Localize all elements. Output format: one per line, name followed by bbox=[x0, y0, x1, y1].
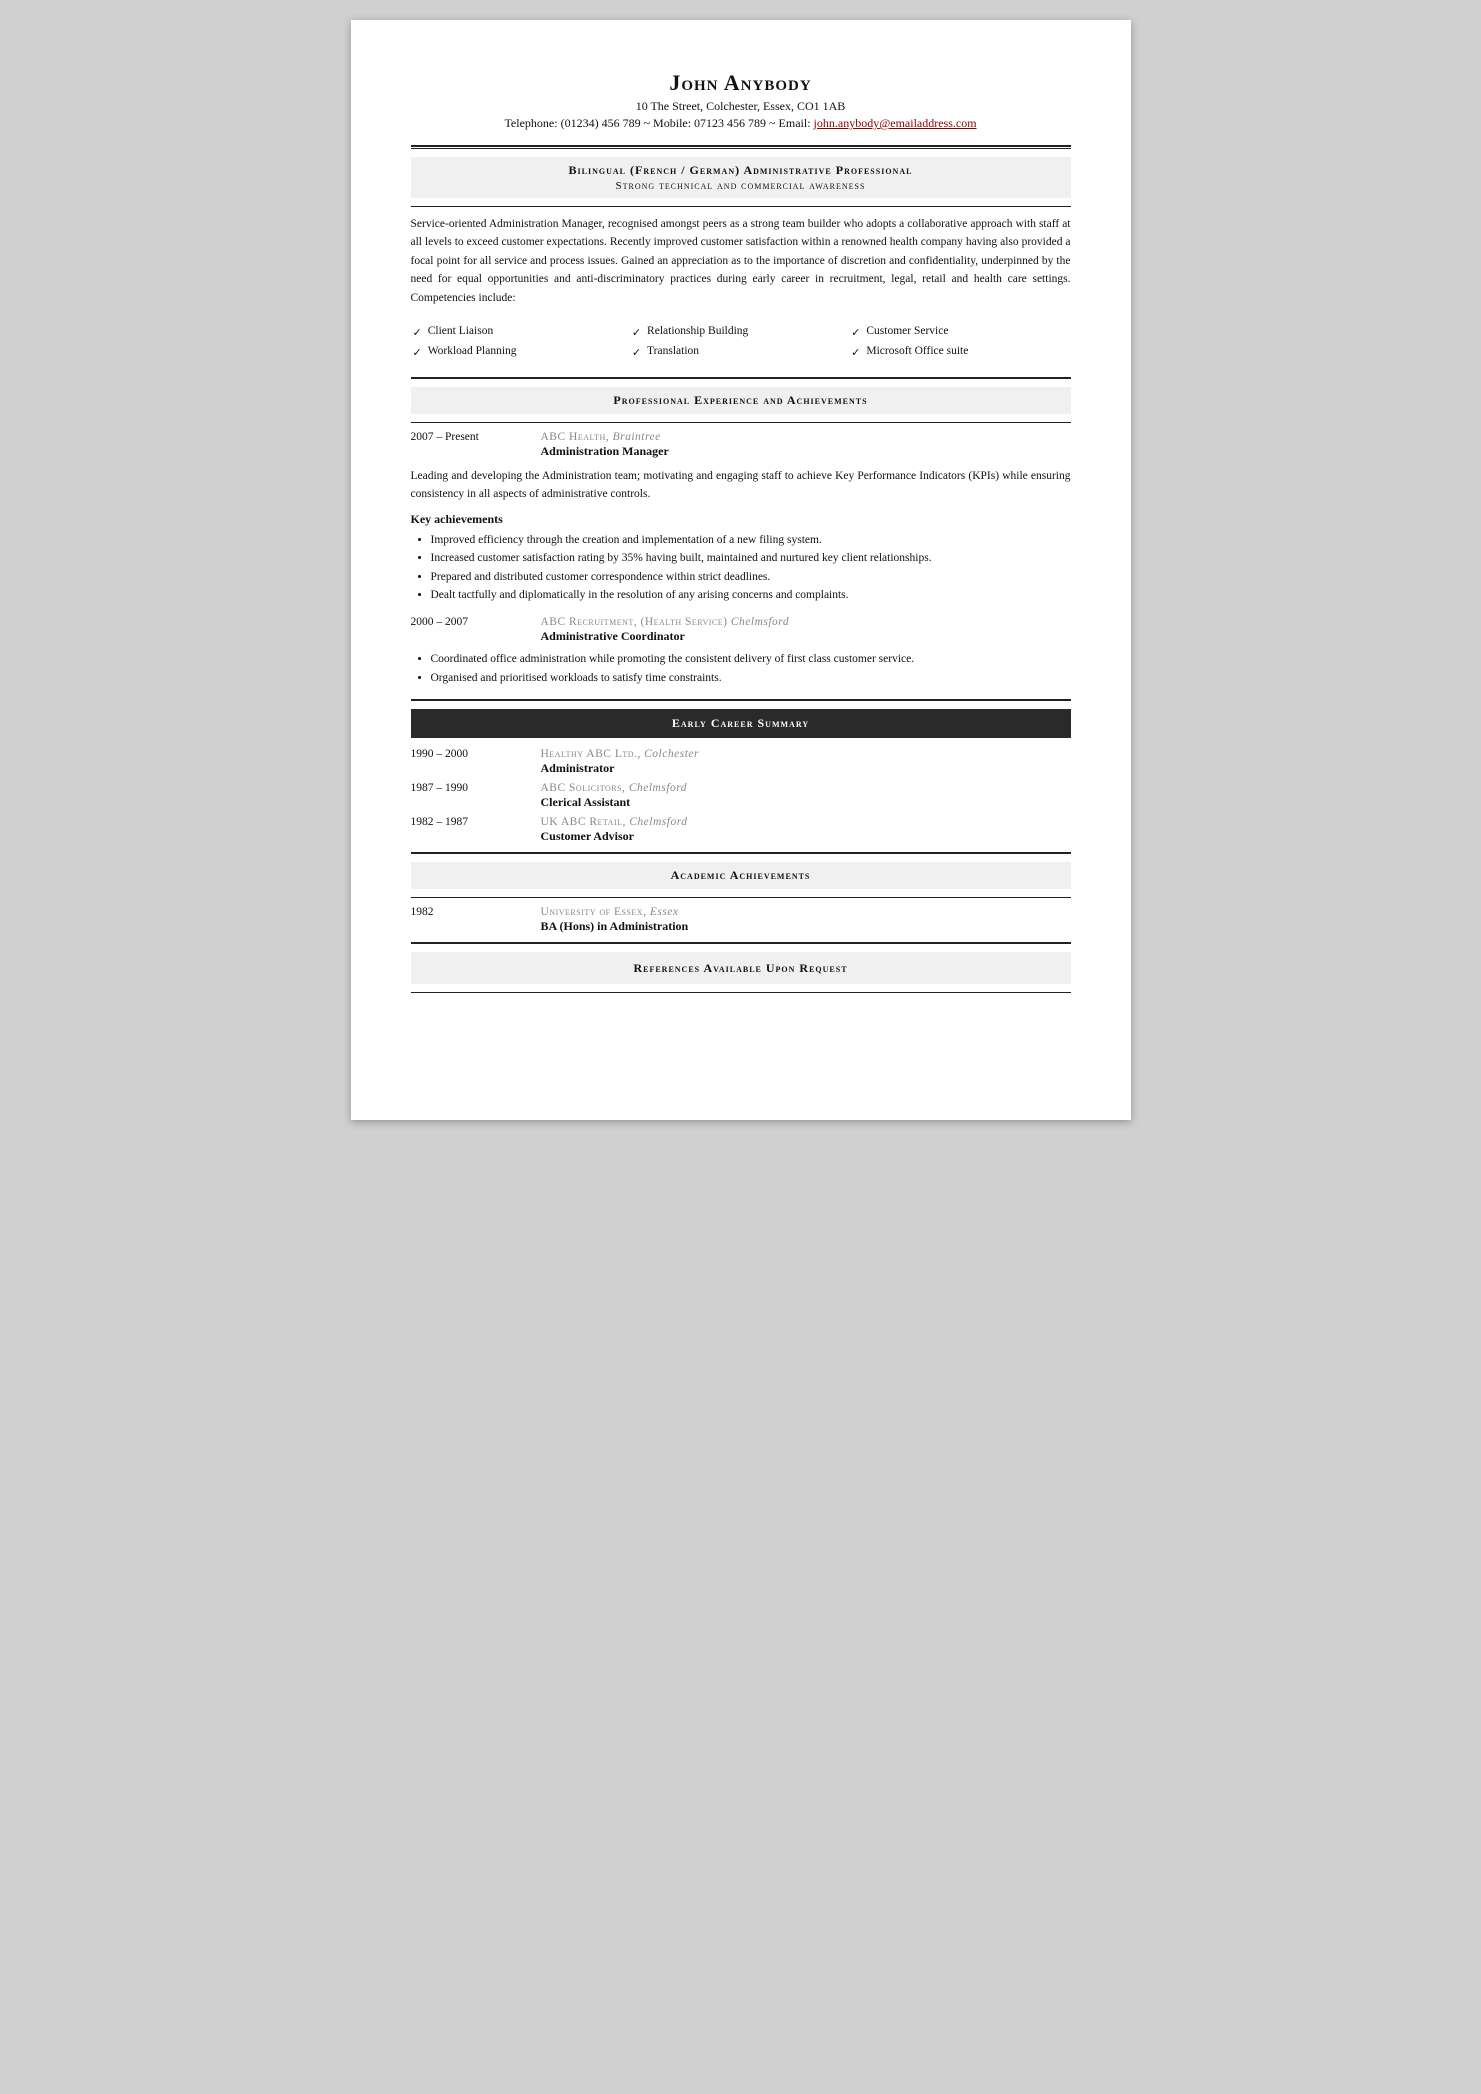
job-date-1: 2007 – Present bbox=[411, 431, 541, 459]
early-career-date-2: 1987 – 1990 bbox=[411, 782, 541, 810]
check-icon-5: ✓ bbox=[632, 346, 641, 359]
competency-col2-row2: ✓ Translation bbox=[632, 343, 849, 361]
early-career-title-2: Clerical Assistant bbox=[541, 795, 1071, 810]
tagline-line1: Bilingual (French / German) Administrati… bbox=[411, 163, 1071, 178]
job-title-1: Administration Manager bbox=[541, 444, 1071, 459]
early-career-title-3: Customer Advisor bbox=[541, 829, 1071, 844]
competency-col1-row2: ✓ Workload Planning bbox=[413, 343, 630, 361]
bullet-item: Organised and prioritised workloads to s… bbox=[431, 669, 1071, 687]
competency-label: Microsoft Office suite bbox=[866, 345, 968, 357]
bullet-item: Increased customer satisfaction rating b… bbox=[431, 549, 1071, 567]
competencies-table: ✓ Client Liaison ✓ Relationship Building… bbox=[411, 321, 1071, 363]
bullet-item: Dealt tactfully and diplomatically in th… bbox=[431, 586, 1071, 604]
competency-label: Customer Service bbox=[866, 325, 948, 337]
check-icon-3: ✓ bbox=[851, 326, 860, 339]
references-top-divider bbox=[411, 942, 1071, 944]
academic-title: Academic Achievements bbox=[411, 868, 1071, 883]
job-date-2: 2000 – 2007 bbox=[411, 616, 541, 644]
header: John Anybody 10 The Street, Colchester, … bbox=[411, 70, 1071, 131]
academic-date-1: 1982 bbox=[411, 906, 541, 934]
academic-degree-1: BA (Hons) in Administration bbox=[541, 919, 1071, 934]
check-icon-4: ✓ bbox=[413, 346, 422, 359]
competency-col3-row1: ✓ Customer Service bbox=[851, 323, 1068, 341]
academic-banner: Academic Achievements bbox=[411, 862, 1071, 889]
early-career-company-3: UK ABC Retail, Chelmsford bbox=[541, 816, 1071, 828]
references-text: References Available Upon Request bbox=[633, 961, 847, 975]
header-name: John Anybody bbox=[411, 70, 1071, 96]
key-achievements-heading: Key achievements bbox=[411, 512, 1071, 527]
exp-bottom-divider bbox=[411, 422, 1071, 423]
ec-company-name-1: Healthy ABC Ltd., bbox=[541, 748, 641, 760]
early-career-title: Early Career Summary bbox=[411, 716, 1071, 731]
job-title-2: Administrative Coordinator bbox=[541, 629, 1071, 644]
competency-label: Translation bbox=[647, 345, 699, 357]
resume-page: John Anybody 10 The Street, Colchester, … bbox=[351, 20, 1131, 1120]
header-address: 10 The Street, Colchester, Essex, CO1 1A… bbox=[411, 99, 1071, 114]
job-bullets-2: Coordinated office administration while … bbox=[431, 650, 1071, 687]
check-icon-2: ✓ bbox=[632, 326, 641, 339]
early-career-company-1: Healthy ABC Ltd., Colchester bbox=[541, 748, 1071, 760]
tagline-divider bbox=[411, 206, 1071, 207]
competency-label: Client Liaison bbox=[428, 325, 493, 337]
early-career-date-1: 1990 – 2000 bbox=[411, 748, 541, 776]
early-career-content-3: UK ABC Retail, Chelmsford Customer Advis… bbox=[541, 816, 1071, 844]
tagline-line2: Strong technical and commercial awarenes… bbox=[411, 180, 1071, 192]
academic-content-1: University of Essex, Essex BA (Hons) in … bbox=[541, 906, 1071, 934]
job-row-2: 2000 – 2007 ABC Recruitment, (Health Ser… bbox=[411, 616, 1071, 644]
early-career-banner: Early Career Summary bbox=[411, 709, 1071, 738]
header-contact: Telephone: (01234) 456 789 ~ Mobile: 071… bbox=[411, 116, 1071, 131]
early-career-title-1: Administrator bbox=[541, 761, 1071, 776]
job-bullets-1: Improved efficiency through the creation… bbox=[431, 531, 1071, 605]
competency-col1-row1: ✓ Client Liaison bbox=[413, 323, 630, 341]
professional-banner: Professional Experience and Achievements bbox=[411, 387, 1071, 414]
early-career-date-3: 1982 – 1987 bbox=[411, 816, 541, 844]
competency-col3-row2: ✓ Microsoft Office suite bbox=[851, 343, 1068, 361]
early-career-row-3: 1982 – 1987 UK ABC Retail, Chelmsford Cu… bbox=[411, 816, 1071, 844]
bullet-item: Improved efficiency through the creation… bbox=[431, 531, 1071, 549]
bullet-item: Coordinated office administration while … bbox=[431, 650, 1071, 668]
email-link[interactable]: john.anybody@emailaddress.com bbox=[814, 116, 977, 130]
acad-company-location-1: Essex bbox=[650, 906, 679, 918]
ec-company-name-3: UK ABC Retail, bbox=[541, 816, 626, 828]
company-name-1: ABC Health, bbox=[541, 431, 610, 443]
job-content-1: ABC Health, Braintree Administration Man… bbox=[541, 431, 1071, 459]
references-banner: References Available Upon Request bbox=[411, 952, 1071, 984]
job-row-1: 2007 – Present ABC Health, Braintree Adm… bbox=[411, 431, 1071, 459]
company-location-2: Chelmsford bbox=[731, 616, 789, 628]
ec-company-location-1: Colchester bbox=[644, 748, 699, 760]
company-location-1: Braintree bbox=[613, 431, 661, 443]
acad-company-name-1: University of Essex, bbox=[541, 906, 647, 918]
job-content-2: ABC Recruitment, (Health Service) Chelms… bbox=[541, 616, 1071, 644]
academic-row-1: 1982 University of Essex, Essex BA (Hons… bbox=[411, 906, 1071, 934]
academic-company-1: University of Essex, Essex bbox=[541, 906, 1071, 918]
check-icon-1: ✓ bbox=[413, 326, 422, 339]
early-career-row-2: 1987 – 1990 ABC Solicitors, Chelmsford C… bbox=[411, 782, 1071, 810]
company-name-2: ABC Recruitment, (Health Service) bbox=[541, 616, 728, 628]
early-career-content-1: Healthy ABC Ltd., Colchester Administrat… bbox=[541, 748, 1071, 776]
ec-company-location-3: Chelmsford bbox=[629, 816, 687, 828]
bullet-item: Prepared and distributed customer corres… bbox=[431, 568, 1071, 586]
ec-company-location-2: Chelmsford bbox=[629, 782, 687, 794]
academic-top-divider bbox=[411, 852, 1071, 854]
tagline-banner: Bilingual (French / German) Administrati… bbox=[411, 157, 1071, 198]
competency-label: Workload Planning bbox=[428, 345, 517, 357]
early-career-content-2: ABC Solicitors, Chelmsford Clerical Assi… bbox=[541, 782, 1071, 810]
references-bottom-divider bbox=[411, 992, 1071, 993]
summary-text: Service-oriented Administration Manager,… bbox=[411, 215, 1071, 307]
job-company-1: ABC Health, Braintree bbox=[541, 431, 1071, 443]
competency-label: Relationship Building bbox=[647, 325, 748, 337]
competency-col2-row1: ✓ Relationship Building bbox=[632, 323, 849, 341]
header-divider bbox=[411, 145, 1071, 149]
professional-title: Professional Experience and Achievements bbox=[411, 393, 1071, 408]
ec-company-name-2: ABC Solicitors, bbox=[541, 782, 626, 794]
early-career-top-divider bbox=[411, 699, 1071, 701]
job-description-1: Leading and developing the Administratio… bbox=[411, 467, 1071, 504]
job-company-2: ABC Recruitment, (Health Service) Chelms… bbox=[541, 616, 1071, 628]
check-icon-6: ✓ bbox=[851, 346, 860, 359]
early-career-company-2: ABC Solicitors, Chelmsford bbox=[541, 782, 1071, 794]
academic-bottom-divider bbox=[411, 897, 1071, 898]
exp-top-divider bbox=[411, 377, 1071, 379]
early-career-row-1: 1990 – 2000 Healthy ABC Ltd., Colchester… bbox=[411, 748, 1071, 776]
